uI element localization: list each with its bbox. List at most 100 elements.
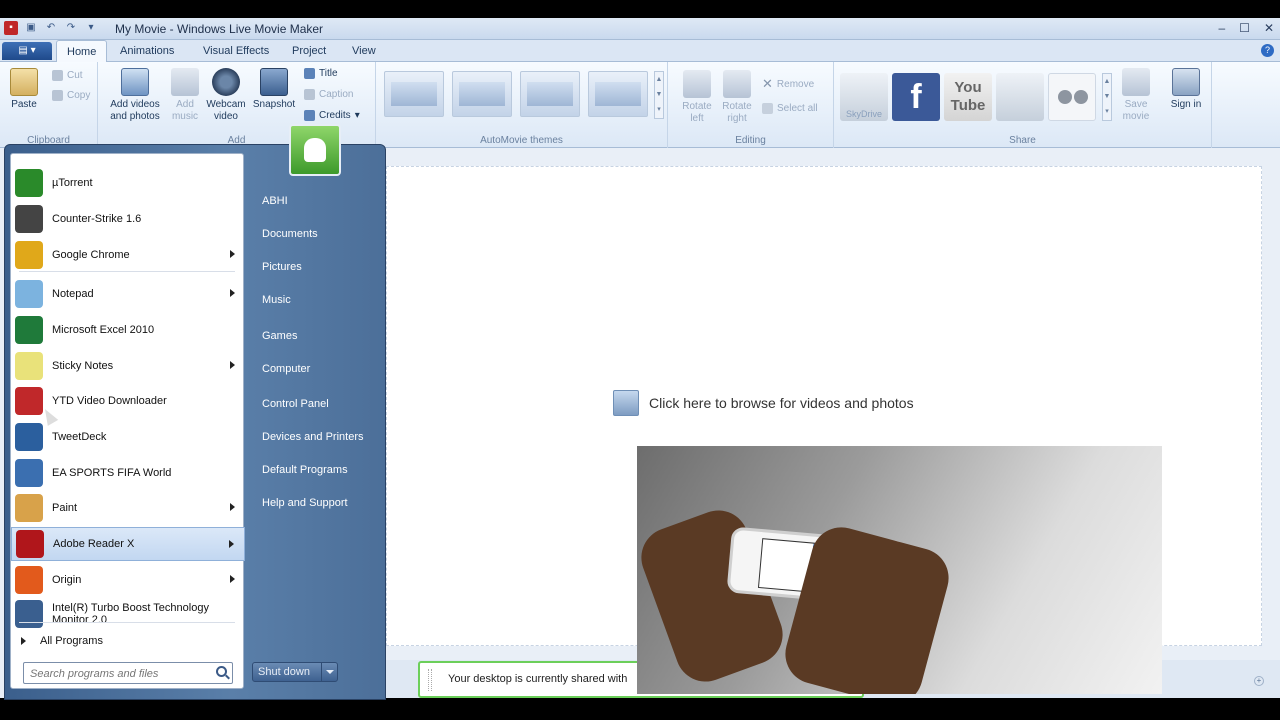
tab-project[interactable]: Project [282,40,336,62]
tab-view[interactable]: View [342,40,386,62]
customize-qat-icon[interactable]: ▾ [84,21,98,35]
theme-thumbnail[interactable] [384,71,444,117]
program-item[interactable]: Adobe Reader X [11,527,245,561]
search-input[interactable] [28,666,208,681]
flickr-button[interactable] [1048,73,1096,121]
program-item[interactable]: Notepad [11,277,245,311]
youtube-button[interactable]: You Tube [944,73,992,121]
tab-animations[interactable]: Animations [110,40,184,62]
save-icon[interactable]: ▣ [24,21,38,35]
start-menu-link[interactable]: Default Programs [262,464,348,476]
submenu-arrow-icon[interactable] [230,361,235,369]
automovie-themes-group: ▲ ▼ ▾ AutoMovie themes [376,62,668,148]
submenu-arrow-icon[interactable] [230,503,235,511]
save-movie-button[interactable]: Save movie [1116,68,1156,123]
start-menu-link[interactable]: Documents [262,228,318,240]
program-item[interactable]: Google Chrome [11,238,245,272]
scissors-icon [52,70,63,81]
skydrive-button[interactable]: SkyDrive [840,73,888,121]
theme-thumbnail[interactable] [452,71,512,117]
program-item[interactable]: Intel(R) Turbo Boost Technology Monitor … [11,596,245,632]
select-all-button[interactable]: Select all [762,103,818,114]
program-label: µTorrent [52,177,93,189]
share-group-label: Share [1009,135,1036,146]
submenu-arrow-icon[interactable] [230,575,235,583]
start-menu-link[interactable]: ABHI [262,195,288,207]
save-movie-icon [1122,68,1150,96]
user-avatar[interactable] [289,124,341,176]
webcam-video-button[interactable]: Webcam video [204,68,248,123]
submenu-arrow-icon[interactable] [229,540,234,548]
start-menu-link[interactable]: Devices and Printers [262,431,364,443]
start-menu-link[interactable]: Games [262,330,297,342]
minimize-button[interactable]: – [1218,21,1225,35]
zoom-in-icon[interactable]: + [1254,676,1264,686]
start-menu-link[interactable]: Control Panel [262,398,329,410]
program-item[interactable]: Counter-Strike 1.6 [11,202,245,236]
program-item[interactable]: EA SPORTS FIFA World [11,456,245,490]
copy-button[interactable]: Copy [52,90,90,101]
start-menu-link[interactable]: Pictures [262,261,302,273]
start-menu-link[interactable]: Computer [262,363,310,375]
add-videos-button[interactable]: Add videos and photos [104,68,166,123]
select-all-icon [762,103,773,114]
shutdown-button[interactable]: Shut down [252,662,338,682]
share-gallery-scroll[interactable]: ▲ ▼ ▾ [1102,73,1112,121]
facebook-button[interactable]: f [892,73,940,121]
remove-button[interactable]: ✕ Remove [762,76,814,92]
cut-button[interactable]: Cut [52,70,83,81]
paste-button[interactable]: Paste [6,68,42,111]
theme-thumbnail[interactable] [588,71,648,117]
close-button[interactable]: ✕ [1264,21,1274,35]
help-icon[interactable]: ? [1261,44,1274,57]
tab-visual-effects[interactable]: Visual Effects [193,40,279,62]
shutdown-options-button[interactable] [321,663,337,681]
search-box[interactable] [23,662,233,684]
program-item[interactable]: Origin [11,563,245,597]
tab-home[interactable]: Home [56,40,108,62]
program-item[interactable]: Microsoft Excel 2010 [11,313,245,347]
title-bar: ▪ ▣ ↶ ↷ ▾ My Movie - Windows Live Movie … [0,18,1280,40]
share-notice-text: Your desktop is currently shared with [448,673,628,685]
search-icon[interactable] [216,666,227,677]
snapshot-button[interactable]: Snapshot [250,68,298,111]
program-icon [15,459,43,487]
start-menu: µTorrent Counter-Strike 1.6 Google Chrome N… [4,144,386,700]
program-item[interactable]: Sticky Notes [11,349,245,383]
start-menu-link[interactable]: Help and Support [262,497,348,509]
browse-hint[interactable]: Click here to browse for videos and phot… [613,390,914,416]
program-item[interactable]: TweetDeck [11,420,245,454]
rotate-right-icon [723,70,751,98]
editing-group: Rotate left Rotate right ✕ Remove Select… [668,62,834,148]
ribbon: Paste Cut Copy Clipboard Add videos and … [0,62,1280,148]
gallery-scroll[interactable]: ▲ ▼ ▾ [654,71,664,119]
title-button[interactable]: Title [304,68,338,79]
redo-icon[interactable]: ↷ [64,21,78,35]
submenu-arrow-icon[interactable] [230,250,235,258]
people-icon[interactable] [996,73,1044,121]
program-icon [15,600,43,628]
add-music-button[interactable]: Add music [168,68,202,123]
music-note-icon [171,68,199,96]
caption-button[interactable]: Caption [304,89,353,100]
app-menu-icon[interactable]: ▪ [4,21,18,35]
program-label: Paint [52,502,78,514]
all-programs-button[interactable]: All Programs [11,630,245,652]
program-icon [15,387,43,415]
undo-icon[interactable]: ↶ [44,21,58,35]
program-icon [15,423,43,451]
theme-thumbnail[interactable] [520,71,580,117]
program-item[interactable]: Paint [11,491,245,525]
rotate-left-button[interactable]: Rotate left [678,70,716,125]
skydrive-label: SkyDrive [845,109,882,119]
rotate-right-button[interactable]: Rotate right [718,70,756,125]
credits-button[interactable]: Credits ▾ [304,110,360,121]
sign-in-button[interactable]: Sign in [1168,68,1204,111]
start-menu-link[interactable]: Music [262,294,291,306]
maximize-button[interactable]: ☐ [1239,21,1250,35]
grip-handle[interactable] [428,669,432,691]
submenu-arrow-icon[interactable] [230,289,235,297]
program-label: Counter-Strike 1.6 [52,213,142,225]
application-menu-button[interactable]: ▤ ▾ [2,42,52,60]
program-item[interactable]: µTorrent [11,166,245,200]
